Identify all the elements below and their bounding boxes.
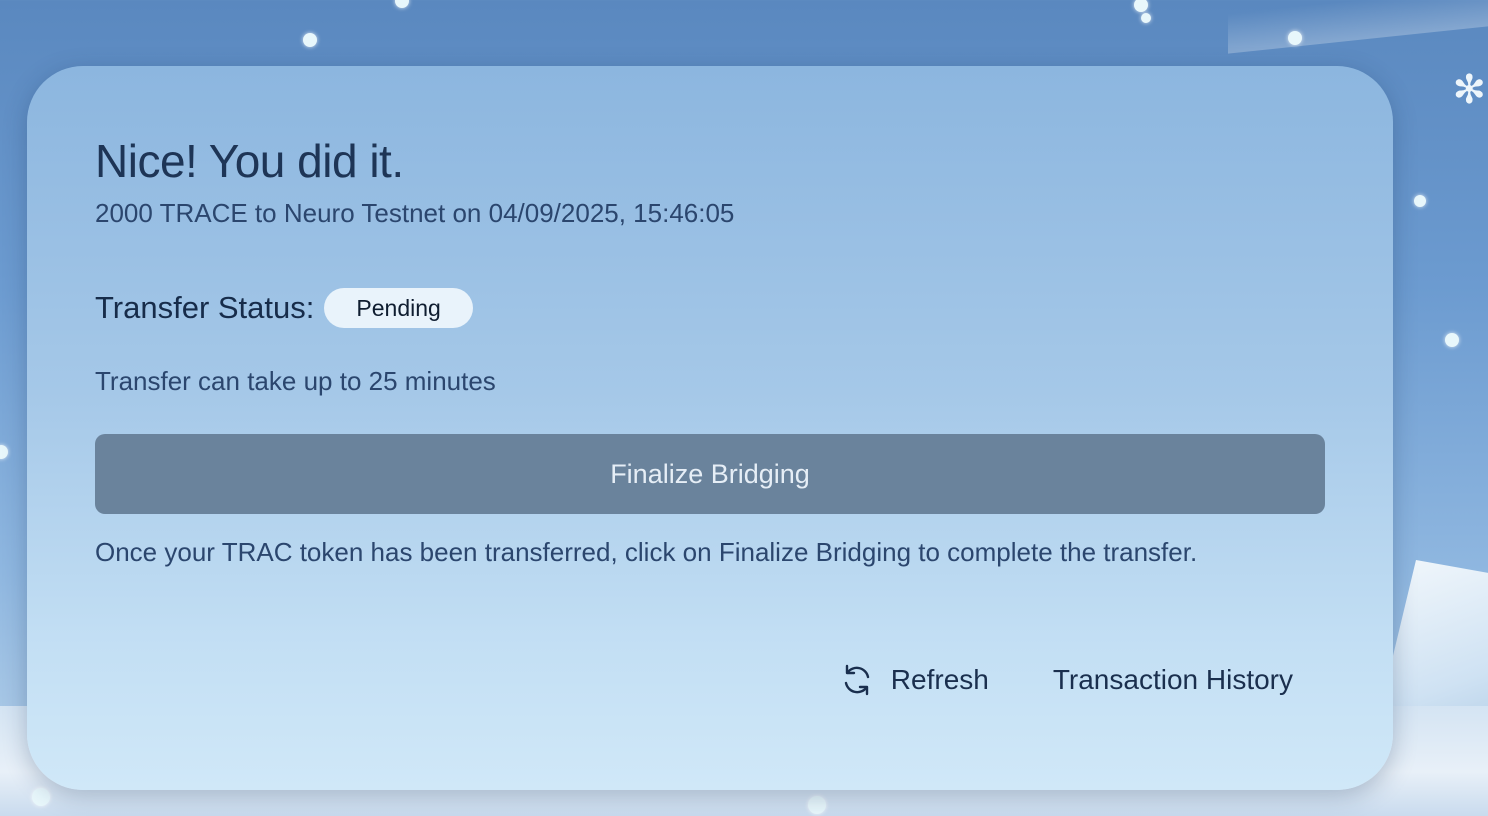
snow-dot: [0, 445, 8, 459]
finalize-hint-text: Once your TRAC token has been transferre…: [95, 537, 1198, 567]
snow-dot: [1134, 0, 1148, 12]
transfer-status-label: Transfer Status:: [95, 290, 315, 325]
background-light-streak: [1228, 0, 1488, 54]
transfer-eta-text: Transfer can take up to 25 minutes: [95, 366, 496, 396]
refresh-label: Refresh: [890, 664, 989, 695]
refresh-icon: [839, 662, 875, 698]
snow-dot: [1414, 195, 1426, 207]
snow-dot: [808, 796, 826, 814]
snow-dot: [32, 788, 50, 806]
transfer-summary: 2000 TRACE to Neuro Testnet on 04/09/202…: [95, 198, 735, 228]
snow-dot: [303, 33, 317, 47]
bridge-success-card: Nice! You did it. 2000 TRACE to Neuro Te…: [27, 66, 1393, 790]
snow-dot: [1445, 333, 1459, 347]
snow-dot: [395, 0, 409, 8]
status-badge: Pending: [324, 288, 473, 328]
finalize-bridging-button[interactable]: Finalize Bridging: [95, 434, 1325, 514]
snowflake-icon: ✻: [1452, 67, 1486, 113]
dialog-actions: Refresh Transaction History: [839, 662, 1293, 698]
transfer-status-row: Transfer Status: Pending: [95, 288, 473, 328]
refresh-button[interactable]: Refresh: [839, 662, 989, 698]
dialog-title: Nice! You did it.: [95, 135, 404, 187]
snow-dot: [1141, 13, 1151, 23]
snow-dot: [1288, 31, 1302, 45]
transaction-history-link[interactable]: Transaction History: [1053, 664, 1293, 696]
